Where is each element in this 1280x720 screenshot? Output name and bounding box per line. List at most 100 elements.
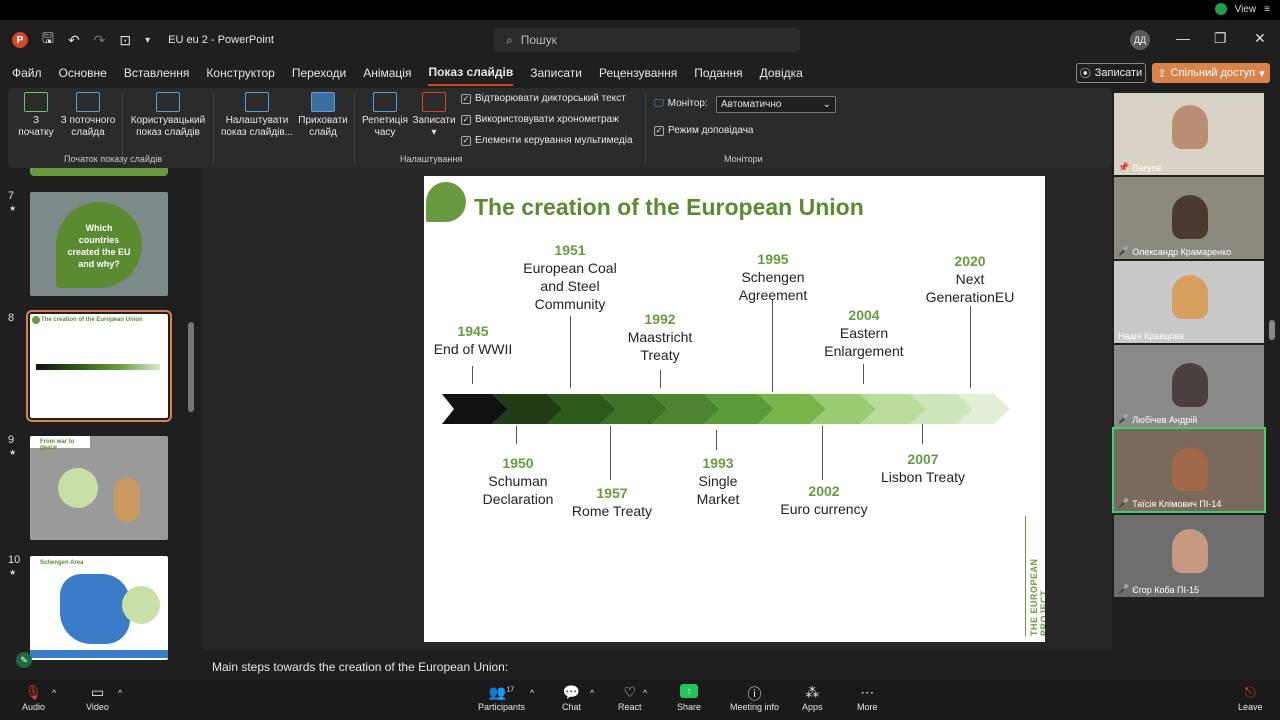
view-label[interactable]: View <box>1235 4 1257 15</box>
chat-button[interactable]: 💬 Chat <box>562 684 581 712</box>
apps-button[interactable]: ⁂ Apps <box>802 684 823 712</box>
camera-icon: ▭ <box>90 684 105 700</box>
leaf-icon <box>32 316 40 324</box>
thumb-number: 9 <box>8 434 15 446</box>
chevron-down-icon: ▾ <box>1259 67 1265 80</box>
chevron-up-icon[interactable]: ^ <box>590 688 594 698</box>
audio-label: Audio <box>22 702 46 712</box>
divider <box>213 94 214 164</box>
monitor-select[interactable]: Автоматично ⌄ <box>716 96 836 113</box>
event-text: Schengen Agreement <box>738 269 808 303</box>
record-button[interactable]: ⦿ Записати <box>1076 63 1146 83</box>
checkbox-icon: ✓ <box>461 114 471 125</box>
present-icon[interactable]: ⊡ <box>119 32 131 49</box>
slide-thumbnail-10[interactable]: Schengen Area <box>30 556 168 660</box>
from-current-button[interactable]: З поточного слайда <box>58 92 118 139</box>
minimize-icon[interactable]: — <box>1176 30 1190 46</box>
video-tile[interactable]: 🎤 Єгор Коба ПІ-15 <box>1114 515 1264 597</box>
participants-count: 17 <box>506 686 515 694</box>
share-button[interactable]: ⇪ Спільний доступ ▾ <box>1152 63 1270 83</box>
media-controls-checkbox[interactable]: ✓ Елементи керування мультимедіа <box>461 135 633 146</box>
record-slideshow-button[interactable]: Записати ▾ <box>410 92 458 139</box>
timeline-event-bottom: 1957 Rome Treaty <box>570 484 654 520</box>
video-tile[interactable]: 🎤 Любічев Андрій <box>1114 345 1264 427</box>
leave-button[interactable]: ⎋ Leave <box>1238 684 1263 712</box>
tab-insert[interactable]: Вставлення <box>124 60 190 86</box>
slide-thumbnail-7[interactable]: Which countries created the EU and why? <box>30 192 168 296</box>
tab-file[interactable]: Файл <box>12 60 42 86</box>
tab-view[interactable]: Подання <box>694 60 742 86</box>
chevron-up-icon[interactable]: ^ <box>118 688 122 698</box>
chevron-up-icon[interactable]: ^ <box>530 688 534 698</box>
tab-slideshow[interactable]: Показ слайдів <box>428 60 514 86</box>
event-year: 1951 <box>554 242 586 258</box>
customize-qat-icon[interactable]: ▾ <box>145 35 150 46</box>
monitor-icon: 🖵 <box>654 98 664 109</box>
pencil-icon[interactable]: ✎ <box>16 652 32 668</box>
event-text: Rome Treaty <box>571 503 653 519</box>
tab-design[interactable]: Конструктор <box>206 60 274 86</box>
tab-record[interactable]: Записати <box>530 60 582 86</box>
video-tile-active-speaker[interactable]: 🎤 Таїсія Клімович ПІ-14 <box>1112 427 1266 513</box>
pin-icon: 📌 <box>1118 162 1130 172</box>
from-start-button[interactable]: З початку <box>16 92 56 139</box>
tab-review[interactable]: Рецензування <box>599 60 677 86</box>
tab-home[interactable]: Основне <box>59 60 107 86</box>
event-year: 2020 <box>954 253 986 269</box>
participant-face <box>1172 447 1208 491</box>
media-controls-label: Елементи керування мультимедіа <box>475 135 633 146</box>
event-year: 1992 <box>644 311 676 327</box>
thumb-bubble <box>58 468 98 508</box>
hide-slide-button[interactable]: Приховати слайд <box>296 92 350 139</box>
timings-checkbox[interactable]: ✓ Використовувати хронометраж <box>461 114 619 125</box>
audio-button[interactable]: 🎙 Audio <box>22 684 45 712</box>
react-button[interactable]: ♡ React <box>618 684 642 712</box>
video-tile[interactable]: 📌 Daryna <box>1114 93 1264 175</box>
view-control[interactable]: View ≡ <box>1214 3 1270 15</box>
menu-icon[interactable]: ≡ <box>1264 4 1270 15</box>
chevron-up-icon[interactable]: ^ <box>52 688 56 698</box>
star-icon: ★ <box>9 448 17 457</box>
participant-scrollbar[interactable] <box>1268 170 1276 640</box>
event-text: Eastern Enlargement <box>824 325 904 359</box>
participant-face <box>1172 363 1208 407</box>
event-text: End of WWII <box>433 341 513 357</box>
speaker-notes[interactable]: Main steps towards the creation of the E… <box>202 654 1112 680</box>
close-icon[interactable]: ✕ <box>1254 30 1266 47</box>
slide-thumbnail-pane[interactable]: 7 ★ Which countries created the EU and w… <box>0 168 200 680</box>
scroll-thumb[interactable] <box>188 322 194 412</box>
mic-muted-icon: 🎤 <box>1118 246 1130 256</box>
search-input[interactable]: ⌕ Пошук <box>494 28 800 52</box>
setup-show-button[interactable]: Налаштувати показ слайдів... <box>220 92 294 139</box>
timeline-tick <box>716 430 717 450</box>
video-button[interactable]: ▭ Video <box>86 684 109 712</box>
thumbnail-scrollbar[interactable] <box>188 172 194 672</box>
slide-thumbnail-8[interactable]: The creation of the European Union <box>26 310 172 422</box>
redo-icon[interactable]: ↷ <box>94 32 106 49</box>
meeting-info-button[interactable]: ⓘ Meeting info <box>730 684 779 712</box>
previous-thumb-edge[interactable] <box>30 168 168 176</box>
scroll-thumb[interactable] <box>1269 320 1275 340</box>
avatar[interactable]: ДД <box>1130 30 1150 50</box>
more-button[interactable]: ⋯ More <box>857 684 878 712</box>
leave-label: Leave <box>1238 702 1263 712</box>
custom-show-button[interactable]: Користувацький показ слайдів <box>126 92 210 139</box>
save-icon[interactable]: 🖫 <box>42 28 54 52</box>
divider <box>354 94 355 164</box>
share-screen-button[interactable]: ↑ Share <box>677 684 701 712</box>
video-tile[interactable]: 🎤 Олександр Крамаренко <box>1114 177 1264 259</box>
undo-icon[interactable]: ↶ <box>68 32 80 49</box>
slide-thumbnail-9[interactable]: From war to peace <box>30 436 168 540</box>
slide[interactable]: The creation of the European Union 1945 … <box>424 176 1045 642</box>
tab-help[interactable]: Довідка <box>760 60 803 86</box>
tab-transitions[interactable]: Переходи <box>292 60 346 86</box>
restore-icon[interactable]: ❐ <box>1214 30 1227 47</box>
presenter-view-checkbox[interactable]: ✓ Режим доповідача <box>654 125 753 136</box>
narration-checkbox[interactable]: ✓ Відтворювати дикторський текст <box>461 93 626 104</box>
tab-animations[interactable]: Анімація <box>363 60 411 86</box>
participants-button[interactable]: 👥17 Participants <box>478 684 525 712</box>
setup-show-label: Налаштувати показ слайдів... <box>220 115 294 138</box>
rehearse-timings-button[interactable]: Репетиція часу <box>360 92 410 139</box>
chevron-up-icon[interactable]: ^ <box>643 688 647 698</box>
video-tile[interactable]: Надія Кравцова <box>1114 261 1264 343</box>
